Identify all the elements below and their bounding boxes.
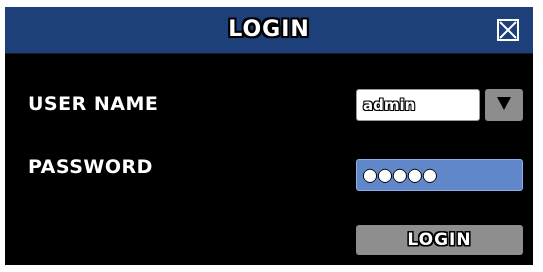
username-label: USER NAME (28, 93, 159, 115)
dropdown-arrow-button[interactable] (485, 89, 523, 121)
password-label: PASSWORD (28, 156, 153, 178)
username-select[interactable]: admin (356, 89, 523, 121)
dialog-title: LOGIN (228, 17, 310, 42)
password-field[interactable]: ●●●●● (356, 159, 523, 191)
username-value[interactable]: admin (356, 89, 480, 121)
titlebar: LOGIN (5, 7, 533, 54)
close-icon[interactable] (497, 19, 519, 41)
login-dialog: LOGIN USER NAME admin PASSWORD ●●●●● LOG… (3, 5, 535, 267)
login-button[interactable]: LOGIN (356, 225, 523, 255)
triangle-down-icon (495, 94, 513, 116)
